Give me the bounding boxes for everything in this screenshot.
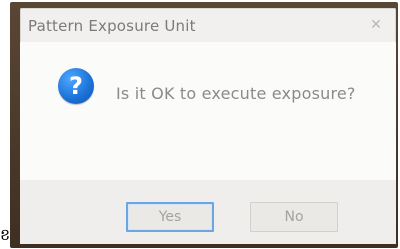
title-bar[interactable]: Pattern Exposure Unit ✕	[20, 8, 396, 42]
stray-glyph: ខ	[0, 225, 11, 244]
dialog-content	[20, 42, 396, 180]
confirmation-dialog: Pattern Exposure Unit ✕ ? Is it OK to ex…	[20, 8, 396, 244]
yes-button[interactable]: Yes	[126, 202, 214, 232]
dialog-footer: Yes No	[20, 180, 396, 244]
close-icon[interactable]: ✕	[364, 14, 388, 36]
dialog-message: Is it OK to execute exposure?	[116, 84, 356, 103]
question-icon: ?	[58, 68, 94, 104]
window-title: Pattern Exposure Unit	[28, 17, 196, 35]
no-button[interactable]: No	[250, 202, 338, 232]
